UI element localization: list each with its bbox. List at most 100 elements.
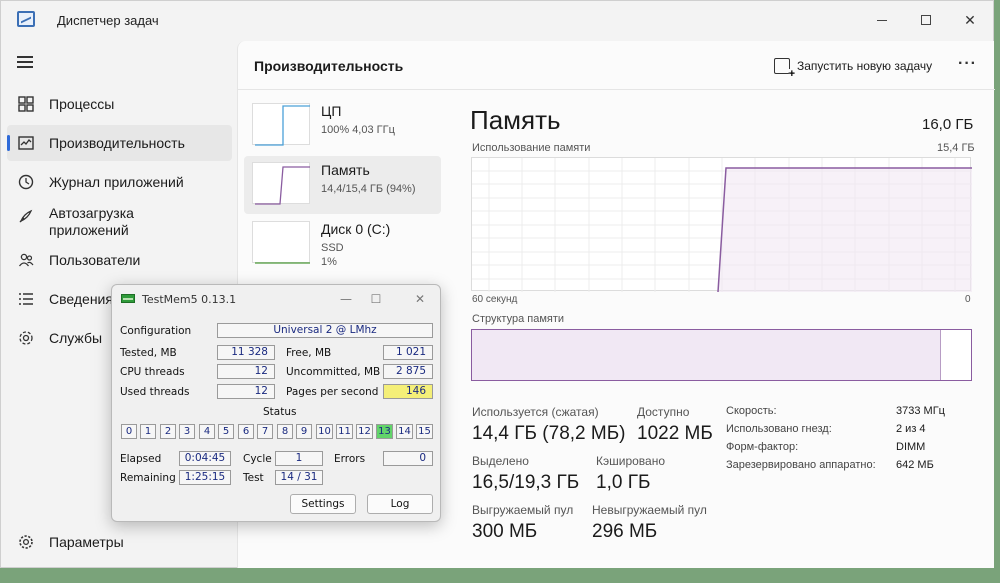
status-cell: 12	[356, 424, 373, 439]
disk-thumbnail	[252, 221, 310, 264]
device-sub: 100% 4,03 ГГц	[321, 124, 395, 136]
errors-label: Errors	[334, 453, 366, 465]
sidebar-item-label: Журнал приложений	[49, 174, 184, 190]
spec-slots-label: Использовано гнезд:	[726, 423, 832, 435]
remaining-label: Remaining	[120, 472, 176, 484]
status-cell: 9	[296, 424, 312, 439]
status-cell: 5	[218, 424, 234, 439]
tested-label: Tested, MB	[120, 347, 177, 359]
sidebar-item-app-history[interactable]: Журнал приложений	[7, 164, 232, 200]
memory-title: Память	[470, 105, 561, 135]
spec-speed-value: 3733 МГц	[896, 405, 945, 417]
status-cell: 6	[238, 424, 254, 439]
device-cpu[interactable]: ЦП 100% 4,03 ГГц	[244, 97, 441, 155]
testmem5-window: TestMem5 0.13.1 — ☐ ✕ Configuration Univ…	[111, 284, 441, 522]
gear-icon	[17, 533, 35, 551]
run-new-task-button[interactable]: Запустить новую задачу	[774, 55, 932, 80]
testmem-icon	[121, 294, 135, 303]
status-cell: 7	[257, 424, 273, 439]
status-cell: 15	[416, 424, 433, 439]
memory-usage-max: 15,4 ГБ	[937, 142, 975, 154]
stat-in-use: Используется (сжатая) 14,4 ГБ (78,2 МБ)	[472, 405, 626, 444]
sidebar-item-performance[interactable]: Производительность	[7, 125, 232, 161]
testmem-log-button[interactable]: Log	[367, 494, 433, 514]
pages-per-second-label: Pages per second	[286, 386, 379, 398]
uncommitted-value: 2 875	[383, 364, 433, 379]
stat-available: Доступно 1022 МБ	[637, 405, 713, 444]
device-name: Память	[321, 162, 370, 178]
sidebar-item-startup[interactable]: Автозагрузка приложений	[7, 203, 232, 245]
minimize-icon: —	[340, 292, 352, 306]
maximize-button[interactable]	[903, 5, 949, 35]
free-label: Free, MB	[286, 347, 332, 359]
memory-structure-used	[472, 330, 942, 380]
task-manager-icon	[17, 11, 35, 27]
sidebar-item-label: Производительность	[49, 135, 185, 151]
sidebar-item-processes[interactable]: Процессы	[7, 86, 232, 122]
memory-structure-bar	[471, 329, 972, 381]
testmem-title: TestMem5 0.13.1	[142, 293, 237, 306]
configuration-value: Universal 2 @ LMhz	[217, 323, 433, 338]
device-disk[interactable]: Диск 0 (C:) SSD 1%	[244, 215, 441, 273]
status-cell-active: 13	[376, 424, 393, 439]
cycle-label: Cycle	[243, 453, 272, 465]
elapsed-label: Elapsed	[120, 453, 162, 465]
performance-icon	[17, 134, 35, 152]
sidebar-item-users[interactable]: Пользователи	[7, 242, 232, 278]
pages-per-second-value: 146	[383, 384, 433, 399]
status-cell: 8	[277, 424, 293, 439]
page-title: Производительность	[254, 58, 404, 74]
close-button[interactable]: ✕	[947, 5, 993, 35]
tested-value: 11 328	[217, 345, 275, 360]
stat-cached: Кэшировано 1,0 ГБ	[596, 454, 666, 493]
menu-icon[interactable]	[15, 53, 35, 71]
errors-value: 0	[383, 451, 433, 466]
device-sub: 14,4/15,4 ГБ (94%)	[321, 183, 416, 195]
elapsed-value: 0:04:45	[179, 451, 231, 466]
uncommitted-label: Uncommitted, MB	[286, 366, 381, 378]
spec-reserved-label: Зарезервировано аппаратно:	[726, 459, 876, 471]
spec-speed-label: Скорость:	[726, 405, 777, 417]
testmem-close-button[interactable]: ✕	[405, 289, 435, 309]
minimize-button[interactable]	[859, 5, 905, 35]
device-memory[interactable]: Память 14,4/15,4 ГБ (94%)	[244, 156, 441, 214]
sidebar-item-settings[interactable]: Параметры	[7, 524, 232, 558]
status-cell: 3	[179, 424, 195, 439]
spec-slots-value: 2 из 4	[896, 423, 926, 435]
test-value: 14 / 31	[275, 470, 323, 485]
close-icon: ✕	[964, 11, 976, 28]
device-name: Диск 0 (C:)	[321, 221, 391, 237]
settings-label: Параметры	[49, 534, 124, 550]
services-icon	[17, 329, 35, 347]
cpu-threads-label: CPU threads	[120, 366, 185, 378]
used-threads-label: Used threads	[120, 386, 190, 398]
status-cell: 10	[316, 424, 333, 439]
memory-usage-label: Использование памяти	[472, 142, 591, 154]
testmem-minimize-button[interactable]: —	[331, 289, 361, 309]
status-label: Status	[263, 406, 297, 418]
more-options-button[interactable]: ···	[958, 55, 977, 73]
maximize-icon: ☐	[370, 292, 382, 306]
remaining-value: 1:25:15	[179, 470, 231, 485]
processes-icon	[17, 95, 35, 113]
cpu-thumbnail	[252, 103, 310, 146]
test-label: Test	[243, 472, 264, 484]
status-cell: 1	[140, 424, 156, 439]
configuration-label: Configuration	[120, 325, 192, 337]
status-cell: 4	[199, 424, 215, 439]
sidebar-item-label: Пользователи	[49, 252, 141, 268]
sidebar-item-label: Автозагрузка приложений	[49, 205, 134, 238]
chart-axis-left: 60 секунд	[472, 294, 518, 305]
spec-reserved-value: 642 МБ	[896, 459, 934, 471]
testmem-maximize-button[interactable]: ☐	[361, 289, 391, 309]
spec-form-factor-label: Форм-фактор:	[726, 441, 799, 453]
sidebar-item-label: Службы	[49, 330, 103, 346]
header-divider	[238, 89, 995, 90]
memory-thumbnail	[252, 162, 310, 205]
device-sub: SSD 1%	[321, 242, 344, 268]
chart-axis-right: 0	[965, 294, 971, 305]
window-title: Диспетчер задач	[57, 13, 159, 28]
sidebar-item-label: Процессы	[49, 96, 115, 112]
maximize-icon	[921, 15, 931, 25]
testmem-settings-button[interactable]: Settings	[290, 494, 356, 514]
